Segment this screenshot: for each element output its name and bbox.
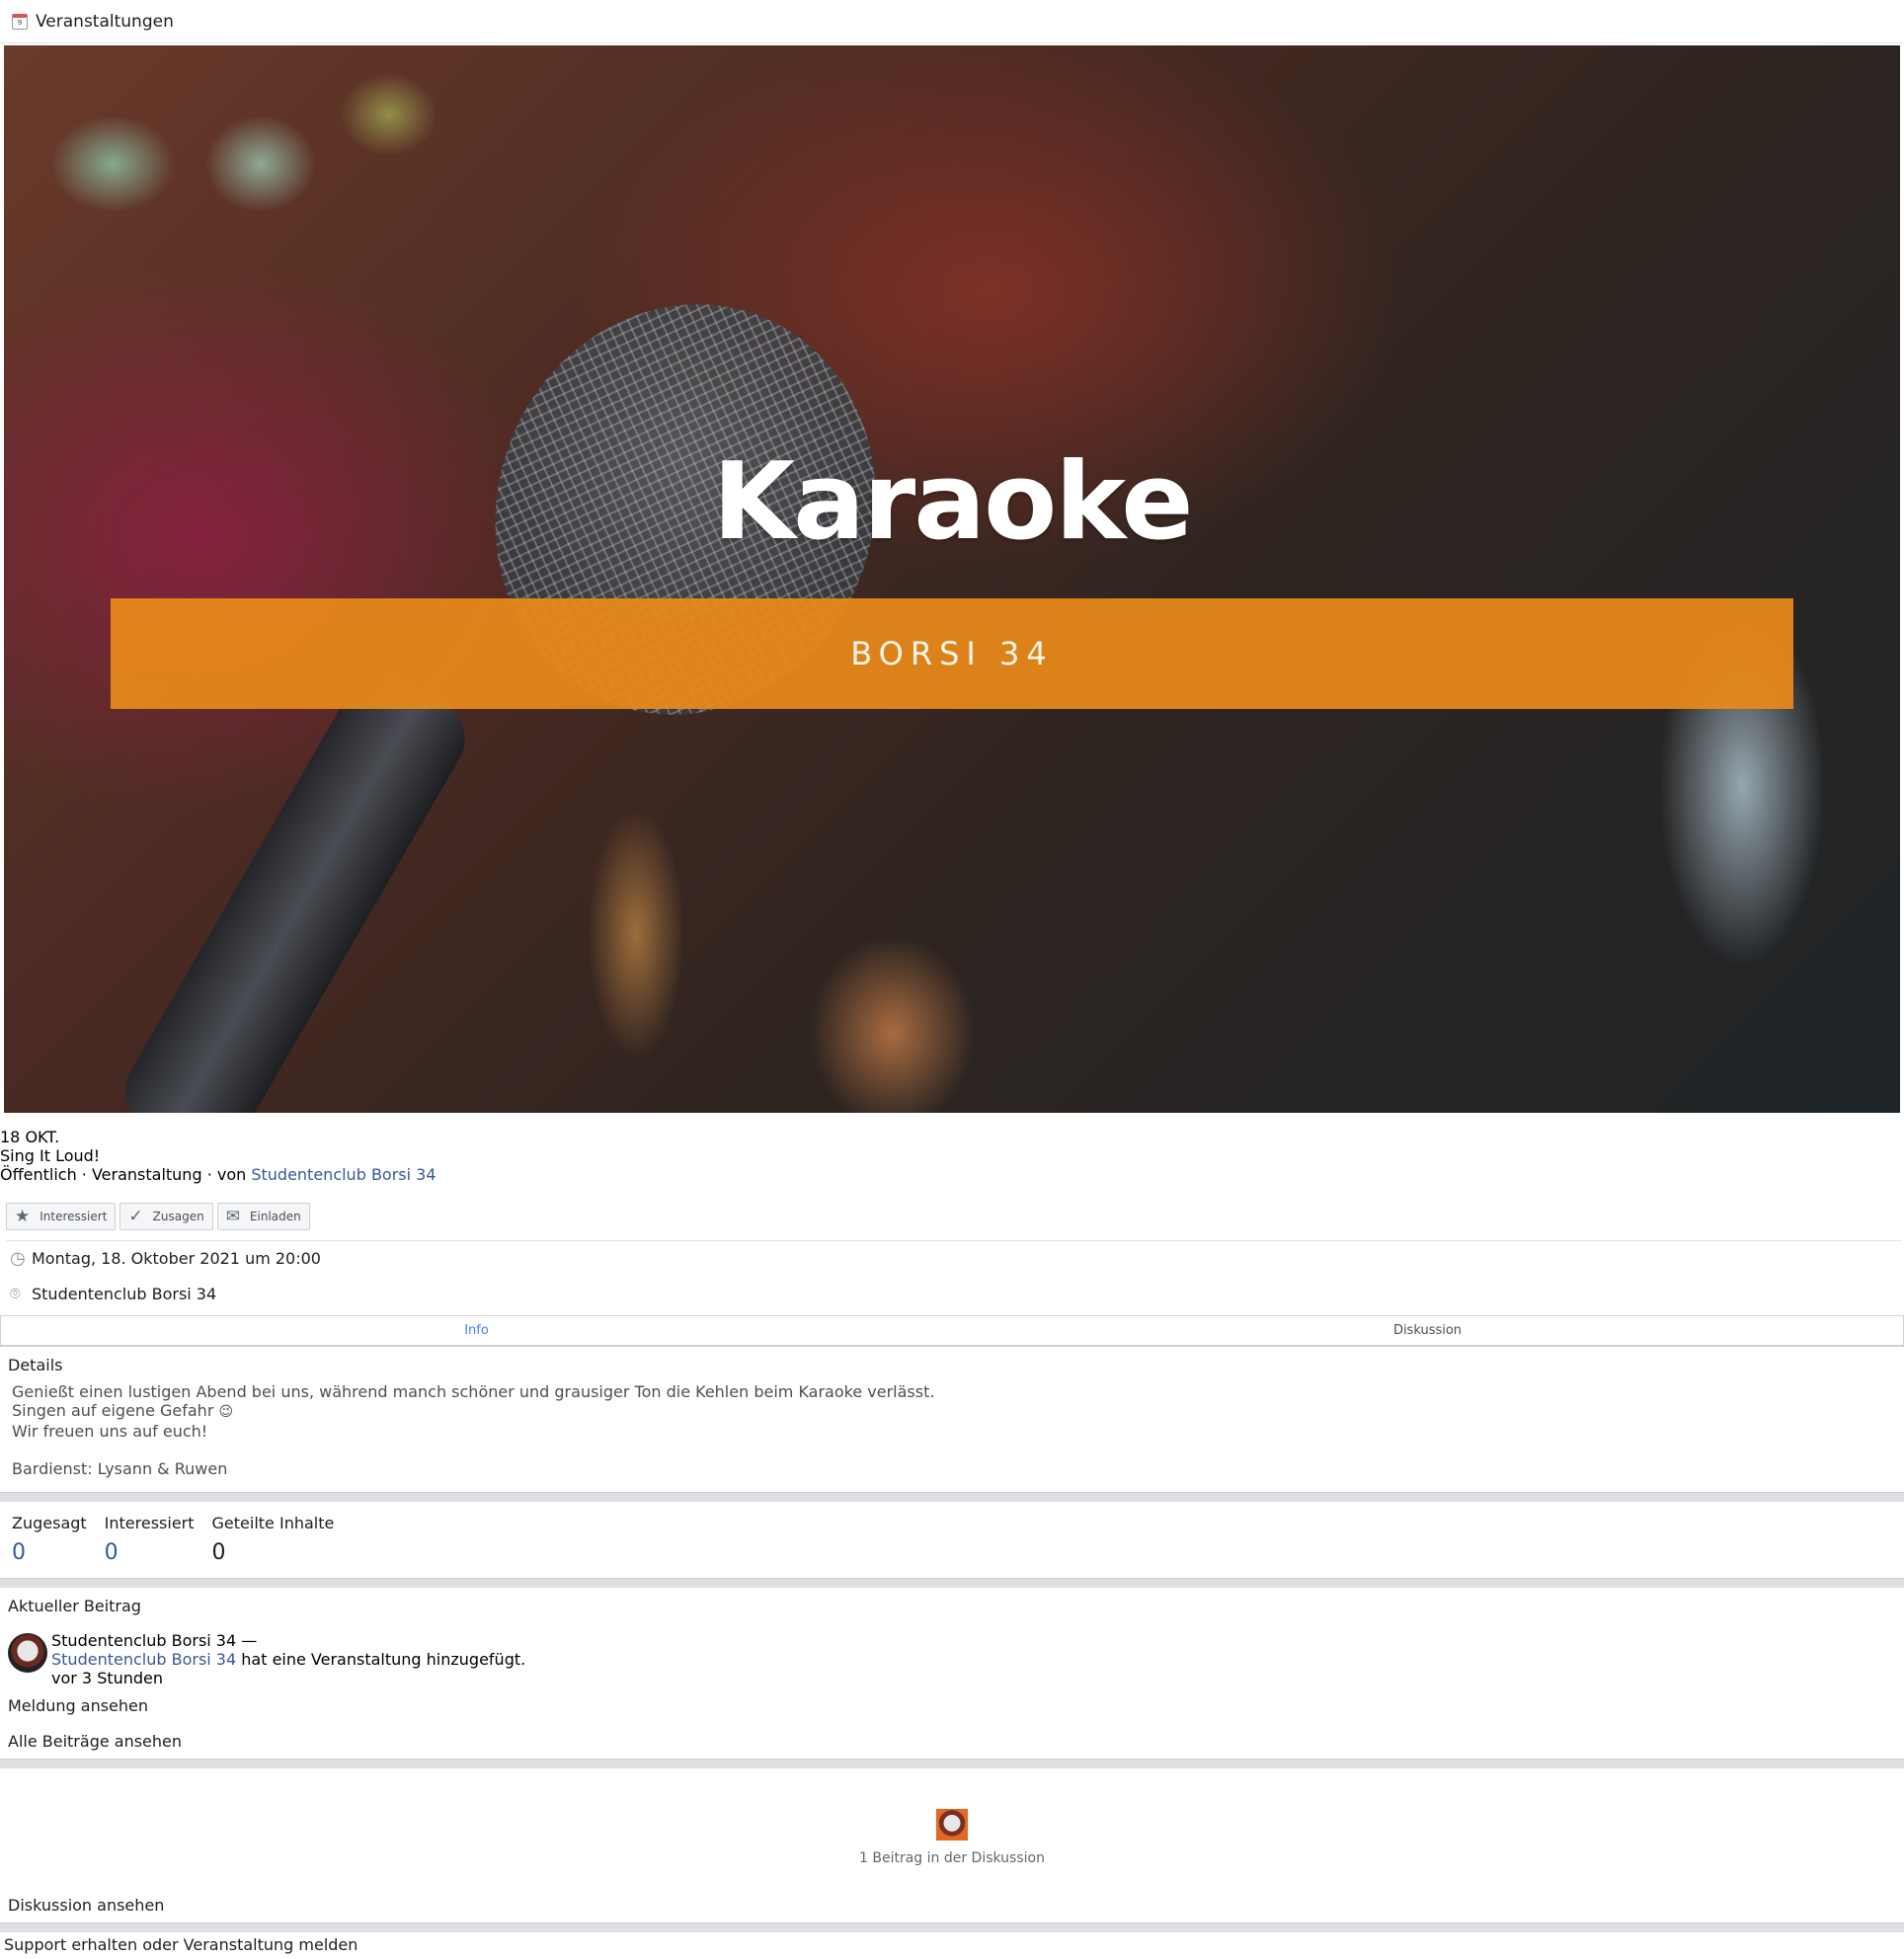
view-discussion-link[interactable]: Diskussion ansehen: [8, 1896, 164, 1915]
event-tabs: Info Diskussion: [0, 1315, 1904, 1347]
stat-shared: Geteilte Inhalte 0: [212, 1514, 335, 1565]
event-meta: Öffentlich · Veranstaltung · von Student…: [0, 1165, 1904, 1184]
stat-value: 0: [211, 1540, 226, 1565]
top-bar: 9 Veranstaltungen: [0, 0, 1904, 43]
support-report-link[interactable]: Support erhalten oder Veranstaltung meld…: [4, 1935, 357, 1954]
avatar[interactable]: [8, 1633, 47, 1673]
event-date: 18 OKT.: [0, 1128, 60, 1146]
event-location-row: ⌾ Studentenclub Borsi 34: [10, 1284, 216, 1304]
stat-label: Interessiert: [104, 1514, 195, 1532]
details-line-text: Singen auf eigene Gefahr: [12, 1401, 214, 1420]
cover-banner: BORSI 34: [111, 598, 1793, 709]
post-action-text: hat eine Veranstaltung hinzugefügt.: [236, 1650, 526, 1669]
post-action: Studentenclub Borsi 34 hat eine Veransta…: [51, 1650, 525, 1669]
invite-button[interactable]: ✉ Einladen: [216, 1203, 310, 1230]
section-divider: [0, 1922, 1904, 1932]
divider: [6, 1240, 1902, 1241]
action-buttons: ★ Interessiert ✓ Zusagen ✉ Einladen: [6, 1203, 310, 1230]
microphone-handle-graphic: [111, 660, 480, 1113]
event-location: Studentenclub Borsi 34: [32, 1285, 217, 1303]
section-divider: [0, 1759, 1904, 1768]
event-stats: Zugesagt 0 Interessiert 0 Geteilte Inhal…: [12, 1514, 334, 1565]
details-heading: Details: [8, 1356, 63, 1374]
event-header: 18 OKT. Sing It Loud! Öffentlich · Veran…: [0, 1128, 1904, 1184]
section-divider: [0, 1578, 1904, 1588]
star-icon: ★: [15, 1207, 31, 1226]
stat-value: 0: [104, 1540, 119, 1565]
view-all-posts-link[interactable]: Alle Beiträge ansehen: [8, 1732, 182, 1751]
page-title: Veranstaltungen: [36, 11, 174, 32]
event-name: Sing It Loud!: [0, 1146, 101, 1165]
stat-going[interactable]: Zugesagt 0: [12, 1514, 87, 1565]
post-author: Studentenclub Borsi 34 —: [51, 1631, 258, 1650]
organizer-link[interactable]: Studentenclub Borsi 34: [251, 1165, 436, 1184]
recent-post-heading: Aktueller Beitrag: [8, 1597, 141, 1615]
cover-title: Karaoke: [712, 440, 1193, 564]
event-meta-text: Öffentlich · Veranstaltung · von: [0, 1165, 252, 1184]
stat-value: 0: [12, 1540, 26, 1565]
tab-info[interactable]: Info: [1, 1316, 952, 1345]
event-datetime: Montag, 18. Oktober 2021 um 20:00: [32, 1249, 321, 1268]
details-line: Wir freuen uns auf euch!: [12, 1422, 208, 1441]
details-line: Genießt einen lustigen Abend bei uns, wä…: [12, 1382, 935, 1401]
post-timestamp: vor 3 Stunden: [51, 1669, 164, 1687]
details-body: Genießt einen lustigen Abend bei uns, wä…: [12, 1382, 934, 1478]
going-button[interactable]: ✓ Zusagen: [119, 1203, 213, 1230]
tab-discussion[interactable]: Diskussion: [952, 1316, 1903, 1345]
event-datetime-row: ◷ Montag, 18. Oktober 2021 um 20:00: [10, 1248, 321, 1269]
wink-emoji-icon: 😉: [218, 1404, 234, 1420]
envelope-icon: ✉: [225, 1207, 240, 1226]
going-label: Zusagen: [152, 1210, 204, 1223]
invite-label: Einladen: [249, 1210, 301, 1223]
details-line: Bardienst: Lysann & Ruwen: [12, 1459, 228, 1478]
recent-post: Studentenclub Borsi 34 — Studentenclub B…: [8, 1631, 525, 1687]
interested-label: Interessiert: [40, 1210, 108, 1223]
interested-button[interactable]: ★ Interessiert: [6, 1203, 117, 1230]
view-post-link[interactable]: Meldung ansehen: [8, 1696, 148, 1715]
stat-label: Geteilte Inhalte: [211, 1514, 335, 1532]
discussion-count: 1 Beitrag in der Diskussion: [859, 1850, 1045, 1866]
avatar[interactable]: [936, 1809, 968, 1841]
stat-label: Zugesagt: [12, 1514, 87, 1532]
section-divider: [0, 1492, 1904, 1502]
post-author-link[interactable]: Studentenclub Borsi 34: [51, 1650, 236, 1669]
discussion-summary: 1 Beitrag in der Diskussion: [0, 1809, 1904, 1866]
calendar-icon: 9: [12, 13, 28, 30]
cover-banner-text: BORSI 34: [850, 635, 1054, 672]
stat-interested[interactable]: Interessiert 0: [105, 1514, 195, 1565]
details-line: Singen auf eigene Gefahr 😉: [12, 1401, 934, 1422]
post-text: Studentenclub Borsi 34 — Studentenclub B…: [51, 1631, 525, 1687]
clock-icon: ◷: [10, 1248, 26, 1269]
location-pin-icon: ⌾: [10, 1284, 21, 1304]
check-icon: ✓: [128, 1207, 143, 1226]
event-cover-image: Karaoke BORSI 34: [4, 45, 1900, 1113]
